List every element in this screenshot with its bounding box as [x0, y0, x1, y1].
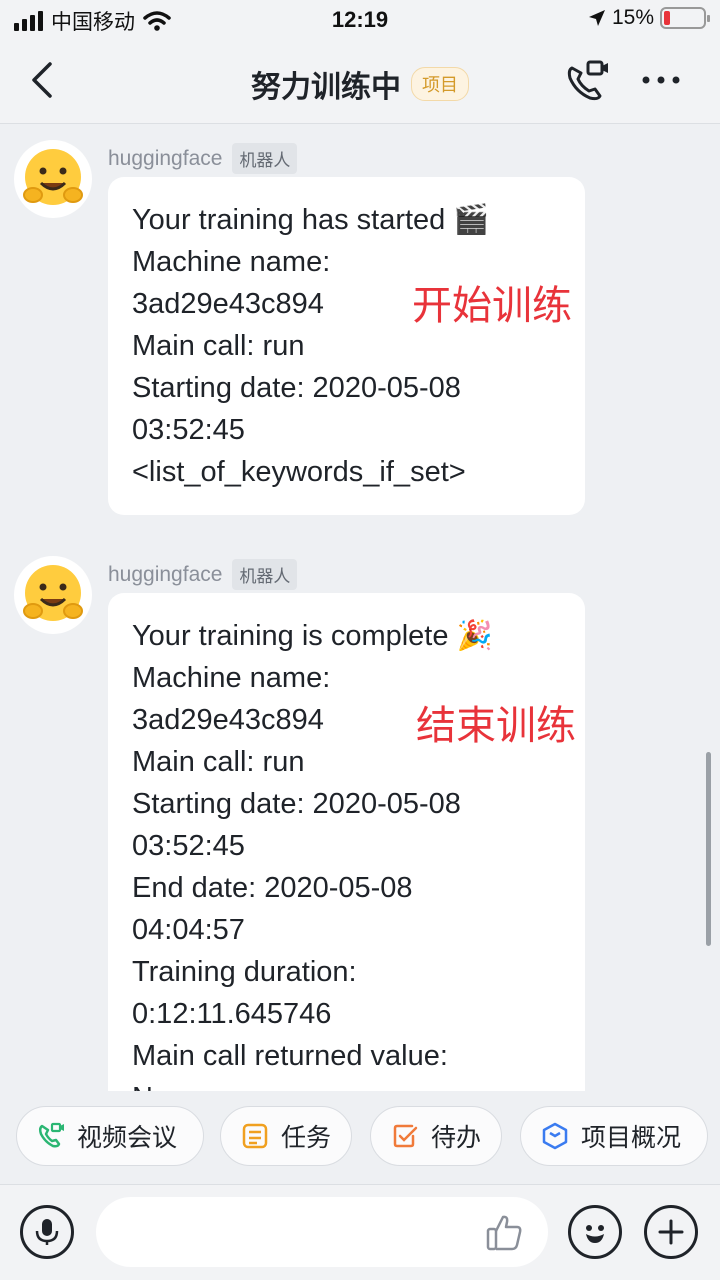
hugging-face-emoji-icon [23, 149, 83, 205]
message-line: <list_of_keywords_if_set> [132, 456, 466, 488]
more-icon[interactable] [636, 58, 686, 108]
battery-percent: 15% [611, 6, 654, 29]
more-actions-button[interactable] [644, 1205, 698, 1259]
hugging-face-emoji-icon [23, 565, 83, 621]
thumbs-up-icon[interactable] [484, 1211, 526, 1253]
battery-icon [660, 7, 710, 29]
todo-button[interactable]: 待办 [370, 1106, 502, 1166]
task-label: 任务 [281, 1124, 332, 1152]
status-bar: 中国移动 12:19 15% [0, 0, 720, 40]
task-icon [242, 1123, 268, 1149]
huggingface-avatar[interactable] [14, 140, 92, 218]
microphone-icon [35, 1219, 59, 1245]
message-line: 04:04:57 [132, 914, 245, 946]
message-line: Starting date: 2020-05-08 [132, 788, 461, 820]
project-overview-label: 项目概况 [581, 1124, 682, 1152]
message-line: Your training has started 🎬 [132, 204, 490, 236]
message-bubble[interactable]: Your training is complete 🎉 Machine name… [108, 593, 585, 1091]
message-line: Starting date: 2020-05-08 [132, 372, 461, 404]
video-meeting-button[interactable]: 视频会议 [16, 1106, 204, 1166]
video-meeting-icon [38, 1122, 64, 1148]
nav-bar: 努力训练中 项目 [0, 40, 720, 124]
project-overview-button[interactable]: 项目概况 [520, 1106, 708, 1166]
battery-level [664, 11, 670, 25]
message-line: End date: 2020-05-08 [132, 872, 413, 904]
task-button[interactable]: 任务 [220, 1106, 352, 1166]
message-bubble[interactable]: Your training has started 🎬 Machine name… [108, 177, 585, 515]
annotation-end-training: 结束训练 [416, 704, 576, 748]
message-line: Main call: run [132, 330, 305, 362]
message-line: None [132, 1077, 565, 1091]
sender-name[interactable]: huggingface [108, 147, 222, 171]
voice-button[interactable] [20, 1205, 74, 1259]
video-meeting-label: 视频会议 [77, 1124, 178, 1152]
message-line: 03:52:45 [132, 414, 245, 446]
emoji-button[interactable] [568, 1205, 622, 1259]
video-call-icon[interactable] [562, 58, 612, 108]
annotation-start-training: 开始训练 [412, 284, 572, 328]
todo-icon [393, 1124, 418, 1148]
message-line: Your training is complete 🎉 [132, 620, 493, 652]
sender-name[interactable]: huggingface [108, 563, 222, 587]
message-line: Main call returned value: [132, 1040, 448, 1072]
chat-title: 努力训练中 [251, 71, 401, 104]
location-arrow-icon [588, 10, 605, 26]
input-bar [0, 1184, 720, 1280]
project-tag[interactable]: 项目 [411, 67, 469, 101]
emoji-icon [586, 1225, 604, 1243]
bot-tag: 机器人 [232, 559, 298, 590]
chat-scrollbar[interactable] [706, 752, 711, 946]
todo-label: 待办 [431, 1124, 482, 1152]
message-line: 03:52:45 [132, 830, 245, 862]
huggingface-avatar[interactable] [14, 556, 92, 634]
bot-tag: 机器人 [232, 143, 298, 174]
message-line: Training duration: [132, 956, 357, 988]
message-input[interactable] [96, 1197, 548, 1267]
plus-icon [658, 1219, 684, 1245]
message-line: 0:12:11.645746 [132, 998, 332, 1030]
project-overview-icon [542, 1122, 568, 1150]
quick-actions-bar: 视频会议 任务 待办 项目概况 [0, 1092, 720, 1184]
chat-area[interactable]: huggingface 机器人 Your training has starte… [0, 125, 720, 1091]
